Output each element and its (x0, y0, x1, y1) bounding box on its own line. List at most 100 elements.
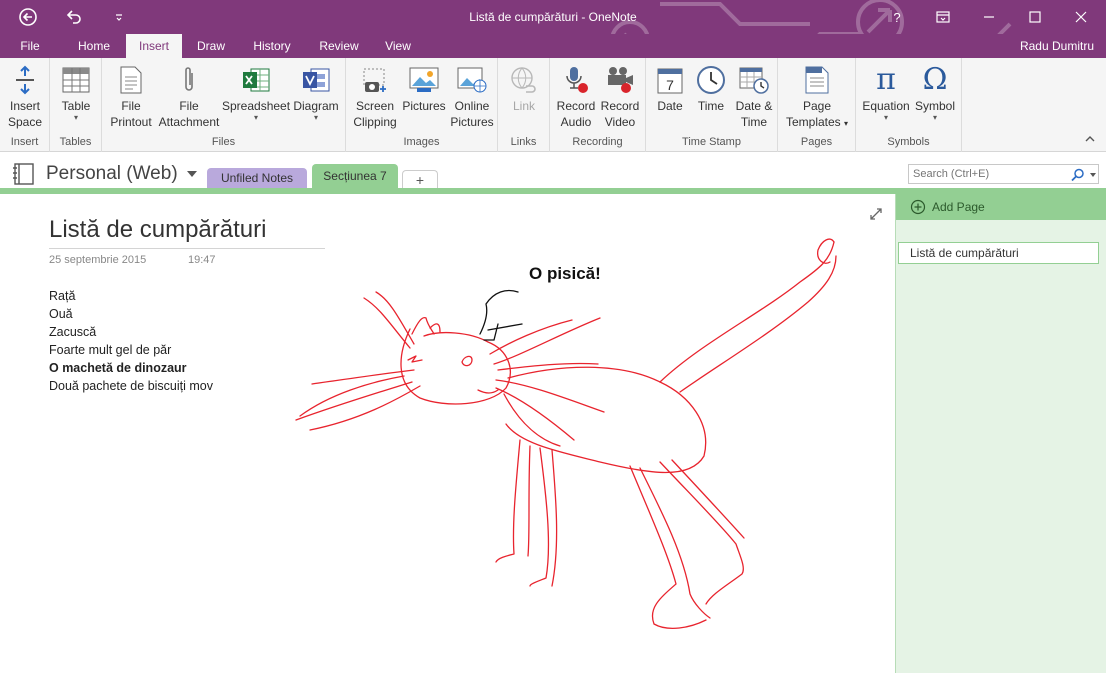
screen-clipping-icon (363, 68, 386, 92)
search-input[interactable] (909, 165, 1059, 183)
tab-home[interactable]: Home (68, 34, 120, 58)
date-button[interactable]: 7 Date (650, 62, 690, 134)
close-button[interactable] (1058, 0, 1104, 34)
date-time-label-1: Date & (735, 99, 773, 113)
online-pictures-button[interactable]: Online Pictures (448, 62, 496, 134)
file-printout-button[interactable]: File Printout (106, 62, 156, 134)
chevron-down-icon: ▾ (313, 113, 318, 122)
time-label: Time (697, 99, 725, 113)
full-page-view-icon[interactable] (869, 207, 883, 221)
group-symbols: π Equation ▾ Ω Symbol ▾ Symbols (856, 58, 962, 152)
page-templates-label-text: Templates (785, 115, 841, 129)
link-label: Link (512, 99, 535, 113)
group-links: Link Links (498, 58, 550, 152)
section-tab-unfiled-notes[interactable]: Unfiled Notes (207, 168, 307, 188)
spreadsheet-label: Spreadsheet (222, 99, 291, 113)
chevron-down-icon: ▾ (932, 113, 937, 122)
chevron-down-icon: ▾ (844, 119, 849, 128)
paperclip-icon (185, 67, 193, 91)
chevron-down-icon: ▾ (73, 113, 78, 122)
tab-view[interactable]: View (376, 34, 420, 58)
calendar-number: 7 (666, 77, 674, 93)
minimize-icon (984, 16, 994, 18)
tab-draw[interactable]: Draw (188, 34, 234, 58)
link-button[interactable]: Link (504, 62, 544, 134)
minimize-button[interactable] (966, 0, 1012, 34)
collapse-ribbon-icon[interactable] (1084, 133, 1096, 145)
file-attachment-button[interactable]: File Attachment (156, 62, 222, 134)
symbol-button[interactable]: Ω Symbol ▾ (912, 62, 958, 134)
section-tab-sectiunea-7[interactable]: Secțiunea 7 (312, 164, 398, 188)
tab-review[interactable]: Review (312, 34, 366, 58)
search-box[interactable] (908, 164, 1099, 184)
record-audio-button[interactable]: Record Audio (554, 62, 598, 134)
date-time-label-2: Time (740, 115, 768, 129)
table-button[interactable]: Table ▾ (56, 62, 96, 134)
cat-ink-drawing[interactable] (0, 194, 895, 673)
maximize-button[interactable] (1012, 0, 1058, 34)
ink-caption[interactable]: O pisică! (529, 264, 601, 284)
diagram-button[interactable]: Diagram ▾ (290, 62, 342, 134)
page-list-item[interactable]: Listă de cumpărături (898, 242, 1099, 264)
group-files: File Printout File Attachment Spreadshee… (102, 58, 346, 152)
pictures-button[interactable]: Pictures (400, 62, 448, 134)
date-label: Date (657, 99, 683, 113)
help-label: ? (893, 9, 901, 25)
add-page-label: Add Page (932, 200, 985, 214)
date-and-time-button[interactable]: Date & Time (732, 62, 776, 134)
excel-spreadsheet-icon (243, 68, 270, 92)
add-page-button[interactable]: Add Page (896, 194, 1106, 220)
group-recording: Record Audio Record Video Recording (550, 58, 646, 152)
group-tables: Table ▾ Tables (50, 58, 102, 152)
group-label-time-stamp: Time Stamp (682, 136, 741, 148)
search-icon[interactable] (1071, 168, 1085, 182)
insert-space-button[interactable]: Insert Space (4, 62, 46, 134)
file-printout-icon (120, 66, 142, 94)
spreadsheet-button[interactable]: Spreadsheet ▾ (222, 62, 290, 134)
microphone-icon (566, 67, 588, 93)
screen-clipping-label-2: Clipping (353, 115, 397, 129)
online-pictures-icon (457, 67, 487, 93)
chevron-down-icon[interactable] (1089, 171, 1097, 179)
ribbon-tabs: File Home Insert Draw History Review Vie… (0, 34, 1106, 58)
file-attachment-label-2: Attachment (158, 115, 220, 129)
notebook-name: Personal (Web) (46, 163, 178, 184)
screen-clipping-label-1: Screen (355, 99, 395, 113)
add-section-button[interactable]: + (402, 170, 438, 188)
record-audio-label-2: Audio (560, 115, 592, 129)
record-video-button[interactable]: Record Video (598, 62, 642, 134)
ribbon-display-icon (936, 11, 950, 23)
notebook-bar: Personal (Web) Unfiled Notes Secțiunea 7… (0, 152, 1106, 194)
equation-button[interactable]: π Equation ▾ (860, 62, 912, 134)
pictures-label: Pictures (402, 99, 446, 113)
page-canvas[interactable]: Listă de cumpărături 25 septembrie 2015 … (0, 194, 895, 673)
notebook-selector[interactable]: Personal (Web) (12, 162, 198, 186)
ribbon-display-options-button[interactable] (920, 0, 966, 34)
online-pictures-label-1: Online (454, 99, 490, 113)
chevron-down-icon (186, 171, 197, 177)
calendar-date-icon: 7 (657, 68, 683, 94)
link-globe-icon (511, 67, 536, 93)
file-printout-label-2: Printout (110, 115, 152, 129)
table-icon (62, 67, 90, 93)
file-attachment-label-1: File (179, 99, 199, 113)
tab-history[interactable]: History (244, 34, 300, 58)
page-templates-label-1: Page (802, 99, 832, 113)
tab-insert[interactable]: Insert (126, 34, 182, 58)
ribbon: Insert Space Insert Table ▾ Tables File … (0, 58, 1106, 152)
tab-file[interactable]: File (10, 34, 50, 58)
page-templates-label-2: Templates ▾ (782, 114, 852, 132)
add-circle-icon (910, 199, 926, 215)
user-name[interactable]: Radu Dumitru (1020, 34, 1094, 58)
record-video-label-1: Record (600, 99, 640, 113)
close-icon (1075, 11, 1087, 23)
group-label-symbols: Symbols (887, 136, 930, 148)
time-button[interactable]: Time (690, 62, 732, 134)
pages-pane: Add Page Listă de cumpărături (895, 194, 1106, 673)
picture-icon (409, 67, 439, 92)
page-templates-button[interactable]: Page Templates ▾ (782, 62, 852, 134)
visio-diagram-icon (303, 68, 330, 92)
screen-clipping-button[interactable]: Screen Clipping (350, 62, 400, 134)
help-button[interactable]: ? (874, 0, 920, 34)
pi-icon: π (876, 62, 896, 97)
